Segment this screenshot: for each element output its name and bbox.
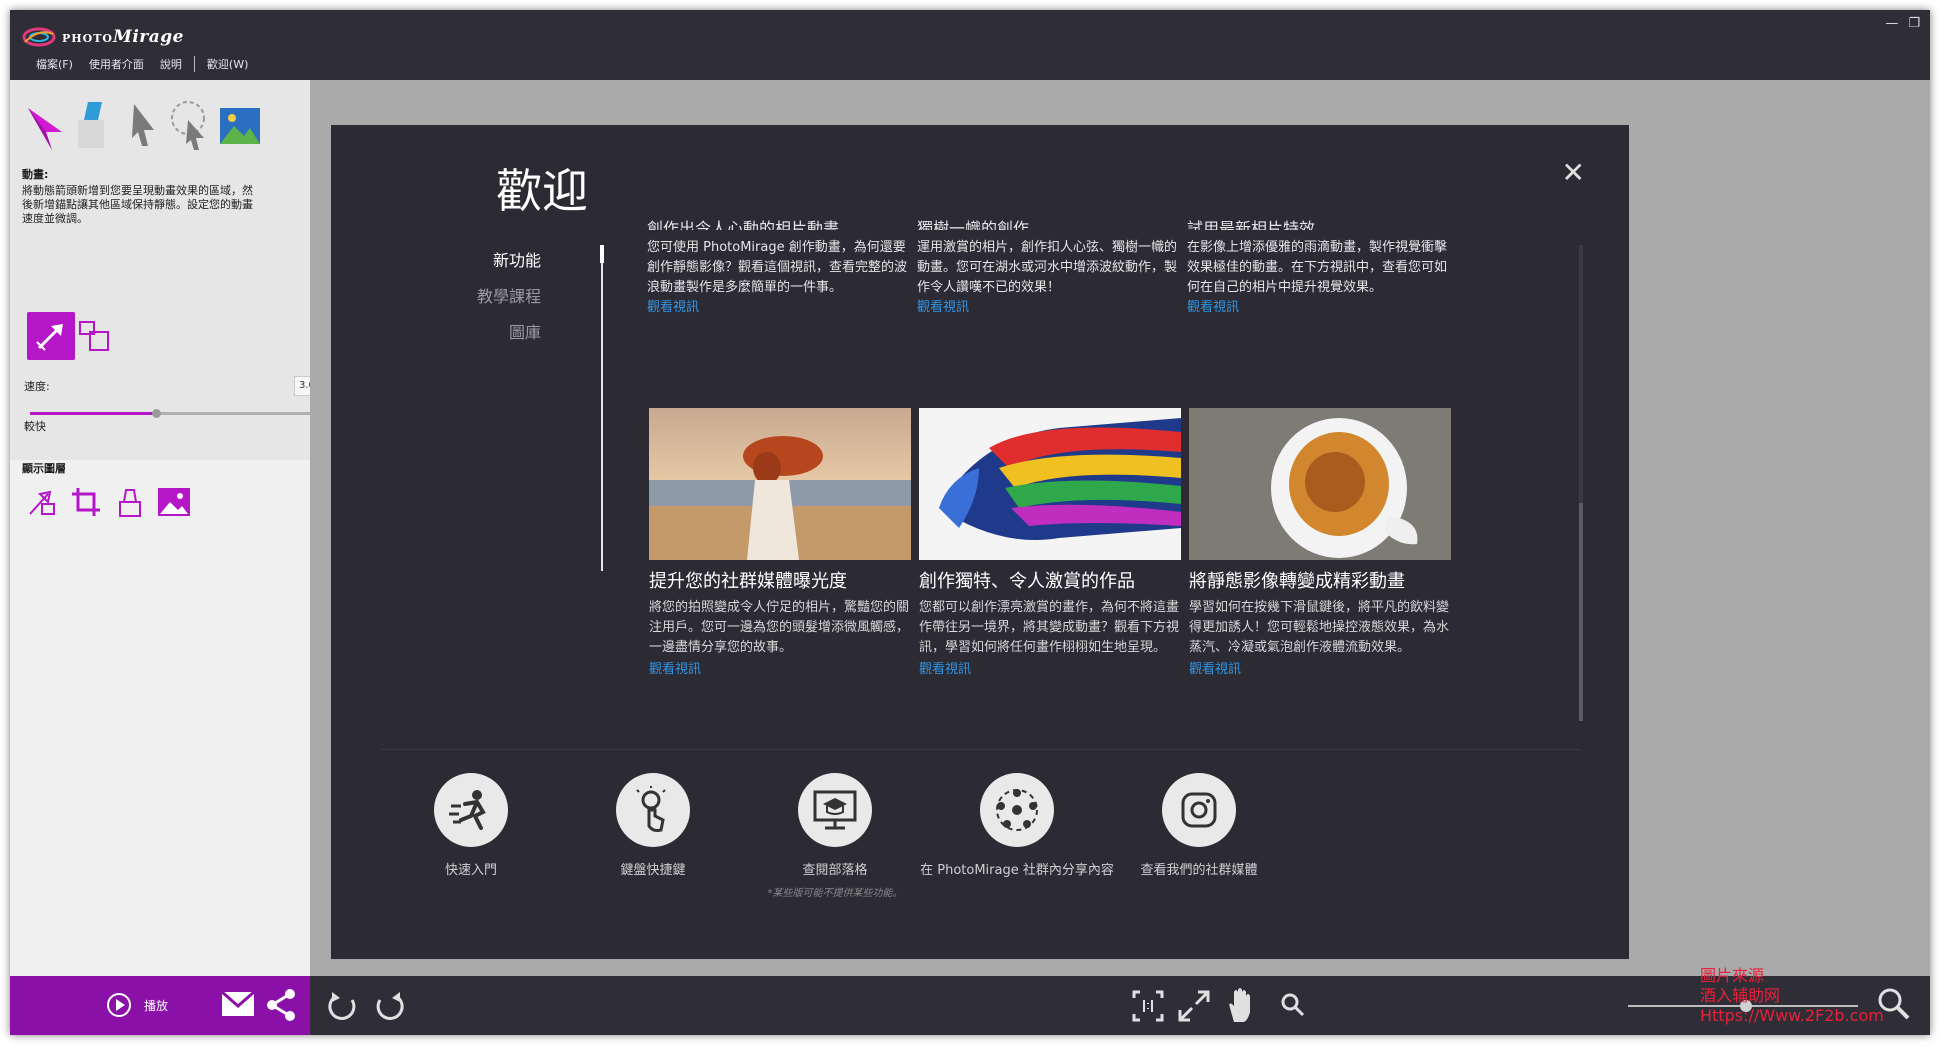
play-icon	[107, 993, 131, 1017]
app-name: PHOTOMirage	[62, 27, 184, 47]
menu-file[interactable]: 檔案(F)	[28, 56, 81, 72]
card-description: 學習如何在按幾下滑鼠鍵後，將平凡的飲料變得更加誘人！您可輕鬆地操控液態效果，為水…	[1189, 600, 1450, 655]
undo-icon[interactable]	[326, 990, 360, 1022]
feature-card-2: 創作獨特、令人激賞的作品 您都可以創作漂亮激賞的畫作，為何不將這畫作帶往另一境界…	[919, 408, 1181, 677]
watch-video-link[interactable]: 觀看視訊	[647, 298, 917, 318]
select-arrow-tool-icon[interactable]	[120, 98, 166, 154]
dialog-nav: 新功能 教學課程 圖庫	[461, 243, 551, 351]
watermark-text: 圖片來源 酒入辅助网 Https://Www.2F2b.com	[1700, 966, 1884, 1026]
top-card-title: 獨樹一幟的創作	[917, 220, 1030, 230]
card-description: 將您的拍照變成令人佇足的相片，驚豔您的關注用戶。您可一邊為您的頭髮增添微風觸感，…	[649, 600, 910, 655]
nav-gallery[interactable]: 圖庫	[461, 315, 551, 351]
motion-arrow-icon	[36, 324, 63, 351]
playback-bar: 播放	[10, 976, 310, 1035]
top-card-2: 獨樹一幟的創作 運用激賞的相片，創作扣人心弦、獨樹一幟的動畫。您可在湖水或河水中…	[917, 220, 1187, 318]
colorful-paint-face-thumbnail[interactable]	[919, 408, 1181, 560]
logo-icon	[22, 27, 56, 47]
speed-slider-fill	[30, 412, 156, 415]
quick-link-social-media[interactable]: 查看我們的社群媒體	[1089, 773, 1309, 878]
motion-mode-button[interactable]	[27, 312, 75, 360]
top-card-title: 創作出令人心動的相片動畫	[647, 220, 840, 230]
top-card-description: 您可使用 PhotoMirage 創作動畫，為何還要創作靜態影像？觀看這個視訊，…	[647, 240, 908, 295]
content-scrollbar[interactable]	[1579, 245, 1583, 721]
nav-whats-new[interactable]: 新功能	[461, 243, 551, 279]
show-layers-label: 顯示圖層	[22, 462, 66, 475]
image-layer-icon[interactable]	[156, 484, 192, 520]
feature-card-3: 將靜態影像轉變成精彩動畫 學習如何在按幾下滑鼠鍵後，將平凡的飲料變得更加誘人！您…	[1189, 408, 1451, 677]
watermark-line-3: Https://Www.2F2b.com	[1700, 1006, 1884, 1025]
feature-card-1: 提升您的社群媒體曝光度 將您的拍照變成令人佇足的相片，驚豔您的關注用戶。您可一邊…	[649, 408, 911, 677]
app-logo: PHOTOMirage	[22, 22, 184, 52]
watch-video-link[interactable]: 觀看視訊	[1187, 298, 1451, 318]
close-icon[interactable]: ✕	[1562, 159, 1585, 187]
title-bar: PHOTOMirage 檔案(F) 使用者介面 說明 歡迎(W) — ❐	[10, 10, 1930, 80]
coffee-cup-thumbnail[interactable]	[1189, 408, 1451, 560]
app-window: PHOTOMirage 檔案(F) 使用者介面 說明 歡迎(W) — ❐ 動畫:…	[10, 10, 1930, 1035]
speed-slider-thumb[interactable]	[152, 409, 161, 418]
community-icon[interactable]	[980, 773, 1054, 847]
animation-description: 將動態箭頭新增到您要呈現動畫效果的區域，然後新增錨點讓其他區域保持靜態。設定您的…	[22, 184, 253, 225]
motion-arrow-tool-icon[interactable]	[22, 98, 68, 154]
watermark-line-2: 酒入辅助网	[1700, 986, 1781, 1005]
anchor-mode-icon[interactable]	[76, 318, 112, 354]
graduation-screen-icon[interactable]	[798, 773, 872, 847]
speed-slider[interactable]	[30, 409, 310, 418]
top-card-title: 試用最新相片特效	[1187, 220, 1316, 230]
pan-hand-icon[interactable]	[1224, 986, 1256, 1024]
dialog-title: 歡迎	[496, 164, 588, 218]
tools-panel: 動畫: 將動態箭頭新增到您要呈現動畫效果的區域，然後新增錨點讓其他區域保持靜態。…	[10, 80, 320, 976]
card-description: 您都可以創作漂亮激賞的畫作，為何不將這畫作帶往另一境界，將其變成動畫？觀看下方視…	[919, 600, 1180, 655]
anchor-eraser-tool-icon[interactable]	[68, 94, 114, 150]
share-icon[interactable]	[264, 988, 298, 1022]
bottom-toolbar: 播放	[10, 976, 1930, 1035]
redo-icon[interactable]	[372, 990, 406, 1022]
nav-divider	[601, 245, 603, 571]
lasso-select-tool-icon[interactable]	[166, 98, 212, 154]
top-card-description: 運用激賞的相片，創作扣人心弦、獨樹一幟的動畫。您可在湖水或河水中增添波紋動作，製…	[917, 240, 1178, 295]
top-card-description: 在影像上增添優雅的雨滴動畫，製作視覺衝擊效果極佳的動畫。在下方視訊中，查看您可如…	[1187, 240, 1448, 295]
menu-bar: 檔案(F) 使用者介面 說明 歡迎(W)	[28, 56, 256, 72]
play-button[interactable]: 播放	[106, 992, 168, 1018]
nav-active-indicator	[600, 245, 604, 263]
fit-to-window-icon[interactable]	[1176, 988, 1212, 1024]
play-label: 播放	[144, 998, 169, 1013]
card-title: 將靜態影像轉變成精彩動畫	[1189, 571, 1405, 592]
watch-video-link[interactable]: 觀看視訊	[917, 298, 1187, 318]
image-tool-icon[interactable]	[216, 98, 262, 154]
crop-layer-icon[interactable]	[68, 484, 104, 520]
menu-separator	[193, 56, 195, 72]
running-person-icon[interactable]	[434, 773, 508, 847]
minimize-icon[interactable]: —	[1885, 16, 1898, 31]
top-card-3: 試用最新相片特效 在影像上增添優雅的雨滴動畫，製作視覺衝擊效果極佳的動畫。在下方…	[1187, 220, 1451, 318]
beach-woman-thumbnail[interactable]	[649, 408, 911, 560]
instagram-icon[interactable]	[1162, 773, 1236, 847]
window-controls: — ❐	[1885, 16, 1920, 31]
menu-ui[interactable]: 使用者介面	[81, 56, 152, 72]
top-card-1: 創作出令人心動的相片動畫 您可使用 PhotoMirage 創作動畫，為何還要創…	[647, 220, 917, 318]
nav-tutorials[interactable]: 教學課程	[461, 279, 551, 315]
menu-welcome[interactable]: 歡迎(W)	[199, 56, 256, 72]
quick-link-label: 查看我們的社群媒體	[1140, 863, 1258, 878]
watermark-line-1: 圖片來源	[1700, 966, 1765, 985]
animation-title: 動畫:	[22, 168, 49, 181]
section-divider	[381, 749, 1581, 750]
card-title: 創作獨特、令人激賞的作品	[919, 571, 1135, 592]
scrollbar-thumb[interactable]	[1579, 503, 1583, 721]
card-title: 提升您的社群媒體曝光度	[649, 571, 847, 592]
zoom-out-icon[interactable]	[1280, 992, 1306, 1018]
eraser-layer-icon[interactable]	[112, 484, 148, 520]
watch-video-link[interactable]: 觀看視訊	[649, 658, 911, 677]
menu-help[interactable]: 說明	[152, 56, 190, 72]
actual-size-icon[interactable]	[1130, 988, 1166, 1024]
lightbulb-hand-icon[interactable]	[616, 773, 690, 847]
mail-icon[interactable]	[220, 988, 256, 1020]
slower-label: 較快	[24, 420, 46, 433]
speed-label: 速度:	[24, 380, 50, 393]
motion-layer-icon[interactable]	[24, 484, 60, 520]
restore-icon[interactable]: ❐	[1908, 16, 1920, 31]
quick-link-note: *某些版可能不提供某些功能。	[767, 888, 903, 899]
watch-video-link[interactable]: 觀看視訊	[1189, 658, 1451, 677]
watch-video-link[interactable]: 觀看視訊	[919, 658, 1181, 677]
welcome-dialog: 歡迎 ✕ 新功能 教學課程 圖庫 創作出令人心動的相片動畫 您可使用 Photo…	[331, 125, 1629, 959]
